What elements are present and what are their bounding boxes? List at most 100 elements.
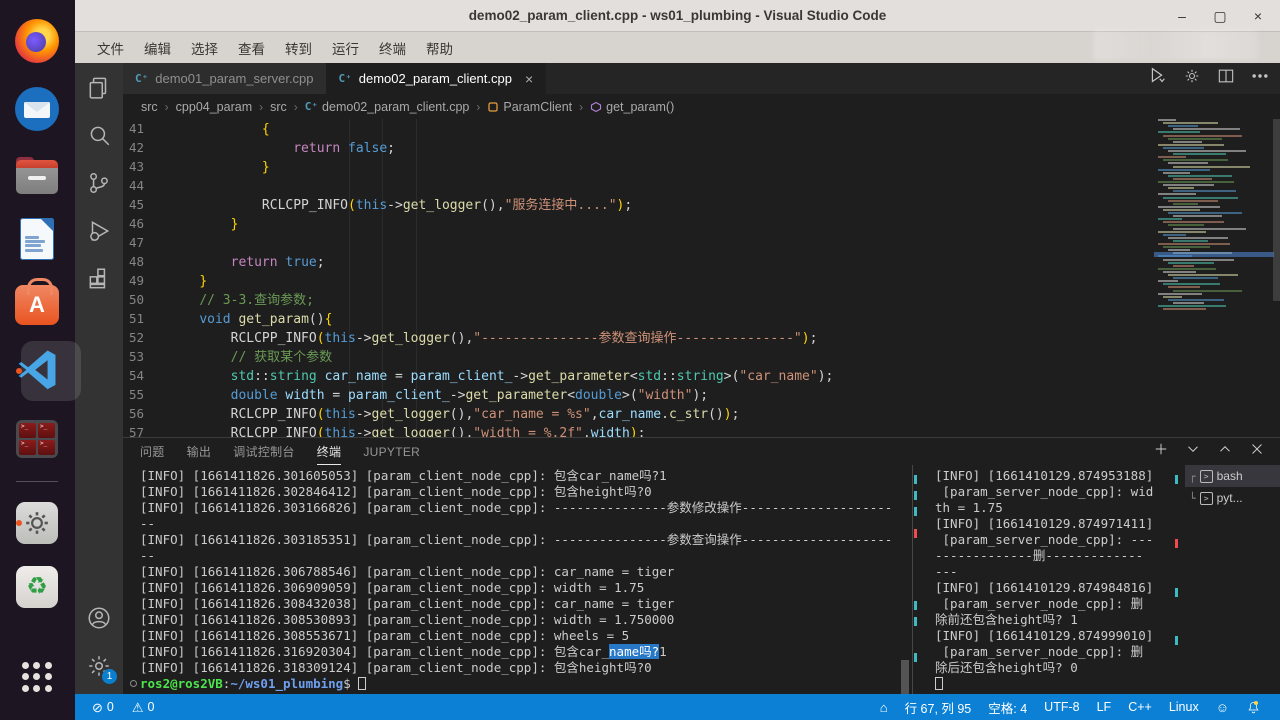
- activitybar-extensions[interactable]: [75, 255, 123, 303]
- terminal-right-row: [INFO] [1661410129.874953188]: [935, 468, 1154, 483]
- close-button[interactable]: ×: [1246, 4, 1270, 28]
- activitybar-explorer[interactable]: [75, 63, 123, 111]
- close-panel-button[interactable]: [1248, 440, 1266, 463]
- panel-tab-问题[interactable]: 问题: [140, 438, 165, 465]
- menu-运行[interactable]: 运行: [322, 34, 369, 62]
- minimap-line: [1173, 277, 1218, 280]
- status-notifications[interactable]: [1239, 694, 1268, 720]
- tab-close-icon[interactable]: ×: [525, 71, 533, 87]
- code-editor[interactable]: 41 {42 return false; 43 } 44 45 RCLCPP_INFO…: [123, 119, 1280, 437]
- terminal-annotation-mark: [914, 529, 917, 538]
- menu-帮助[interactable]: 帮助: [416, 34, 463, 62]
- minimap-line: [1163, 270, 1196, 273]
- run-settings-gear-button[interactable]: [1182, 66, 1202, 91]
- status-os[interactable]: Linux: [1162, 694, 1206, 720]
- new-terminal-button[interactable]: [1152, 440, 1170, 463]
- tab-demo02_param_client.cpp[interactable]: C⁺ demo02_param_client.cpp ×: [326, 63, 547, 94]
- dock-item-firefox[interactable]: [14, 18, 60, 64]
- terminal-split-divider[interactable]: [912, 465, 913, 695]
- dock-item-files[interactable]: [14, 152, 60, 198]
- code-line-48: 48 return true;: [123, 252, 1280, 271]
- minimap-line: [1168, 199, 1218, 202]
- search-icon: [90, 126, 110, 146]
- minimap-line: [1158, 193, 1196, 196]
- terminal-scrollbar[interactable]: [901, 660, 909, 694]
- dock-item-vscode[interactable]: [14, 341, 81, 401]
- terminal-annotation-mark: [1175, 475, 1178, 484]
- line-number: 47: [128, 235, 144, 250]
- maximize-button[interactable]: ▢: [1208, 4, 1232, 28]
- terminal-annotation-mark: [1175, 539, 1178, 548]
- minimap-line: [1168, 261, 1214, 264]
- activitybar-source-control[interactable]: [75, 159, 123, 207]
- terminal-dropdown-icon: [1188, 446, 1198, 452]
- breadcrumb: src › cpp04_param › src › C⁺ demo02_param_clien…: [123, 94, 1280, 119]
- panel-tab-JUPYTER[interactable]: JUPYTER: [363, 438, 420, 465]
- status-eol[interactable]: LF: [1090, 694, 1119, 720]
- minimap-line: [1158, 218, 1182, 221]
- run-cpp-file-button[interactable]: [1146, 65, 1168, 92]
- terminal-left-row: --: [140, 516, 156, 531]
- status-remote-indicator[interactable]: ⌂: [873, 694, 895, 720]
- watermark: [1093, 30, 1258, 60]
- activitybar-run-and-debug[interactable]: [75, 207, 123, 255]
- dock-item-settings[interactable]: [14, 500, 60, 546]
- split-editor-button[interactable]: [1216, 66, 1236, 91]
- menu-文件[interactable]: 文件: [87, 34, 134, 62]
- terminal-right-row: 除前还包含height吗? 1: [935, 612, 1078, 627]
- activitybar-search[interactable]: [75, 111, 123, 159]
- dock-item-app-grid[interactable]: [14, 654, 60, 700]
- dock-item-trash[interactable]: ♻: [14, 564, 60, 610]
- menu-转到[interactable]: 转到: [275, 34, 322, 62]
- window-titlebar[interactable]: demo02_param_client.cpp - ws01_plumbing …: [75, 0, 1280, 32]
- editor-scrollbar[interactable]: [1273, 119, 1280, 301]
- terminal-dropdown-button[interactable]: [1184, 440, 1202, 463]
- status-right: ⌂ 行 67, 列 95 空格: 4 UTF-8 LF C++ Linux ☺: [873, 694, 1280, 720]
- status-warnings[interactable]: ⚠ 0: [125, 694, 162, 720]
- dock-item-terminator[interactable]: >_ >_ >_ >_: [14, 416, 60, 462]
- breadcrumb-item-cpp04_param[interactable]: cpp04_param: [176, 100, 252, 114]
- terminal-right[interactable]: [INFO] [1661410129.874953188] [param_ser…: [935, 468, 1181, 692]
- menu-选择[interactable]: 选择: [181, 34, 228, 62]
- dock-item-libreoffice-writer[interactable]: [14, 216, 60, 262]
- breadcrumb-item-demo02_param_client.cpp[interactable]: C⁺ demo02_param_client.cpp: [305, 100, 470, 114]
- status-errors[interactable]: ⊘ 0: [85, 694, 121, 720]
- terminal-left[interactable]: [INFO] [1661411826.301605053] [param_cli…: [130, 468, 910, 692]
- minimap-line: [1173, 264, 1194, 267]
- minimap[interactable]: [1154, 119, 1274, 317]
- menu-终端[interactable]: 终端: [369, 34, 416, 62]
- menu-编辑[interactable]: 编辑: [134, 34, 181, 62]
- status-feedback[interactable]: ☺: [1209, 694, 1236, 720]
- minimap-line: [1158, 181, 1234, 183]
- tab-demo01_param_server.cpp[interactable]: C⁺ demo01_param_server.cpp: [123, 63, 327, 94]
- breadcrumb-item-src[interactable]: src: [270, 100, 287, 114]
- breadcrumb-item-src[interactable]: src: [141, 100, 158, 114]
- status-encoding[interactable]: UTF-8: [1037, 694, 1086, 720]
- feedback-icon: ☺: [1215, 699, 1229, 715]
- minimap-line: [1168, 212, 1242, 214]
- maximize-panel-button[interactable]: [1216, 440, 1234, 463]
- status-cursor-position[interactable]: 行 67, 列 95: [898, 694, 979, 720]
- status-indentation[interactable]: 空格: 4: [981, 694, 1034, 720]
- more-actions-button[interactable]: [1250, 66, 1270, 91]
- cpp-file-icon: C⁺: [304, 100, 319, 113]
- code-line-53: 53 // 获取某个参数: [123, 347, 1280, 366]
- menu-查看[interactable]: 查看: [228, 34, 275, 62]
- panel-tab-输出[interactable]: 输出: [187, 438, 212, 465]
- app-grid-icon: [20, 660, 54, 694]
- breadcrumb-item-get_param()[interactable]: get_param(): [590, 100, 674, 114]
- source-control-icon: [90, 173, 108, 193]
- status-language-mode[interactable]: C++: [1121, 694, 1159, 720]
- minimap-highlight: [1154, 252, 1274, 257]
- dock-item-thunderbird[interactable]: [14, 86, 60, 132]
- dock-item-ubuntu-software[interactable]: A: [14, 278, 60, 328]
- terminal-list-item-pyt...[interactable]: └ > pyt...: [1185, 487, 1280, 509]
- activitybar-accounts[interactable]: [75, 594, 123, 642]
- activitybar-manage[interactable]: 1: [75, 642, 123, 690]
- panel-tab-调试控制台[interactable]: 调试控制台: [233, 438, 295, 465]
- minimize-button[interactable]: –: [1170, 4, 1194, 28]
- terminal-right-row: th = 1.75: [935, 500, 1003, 515]
- terminal-list-item-bash[interactable]: ┌ > bash: [1185, 465, 1280, 487]
- breadcrumb-item-ParamClient[interactable]: ParamClient: [487, 100, 572, 114]
- panel-tab-终端[interactable]: 终端: [316, 438, 342, 465]
